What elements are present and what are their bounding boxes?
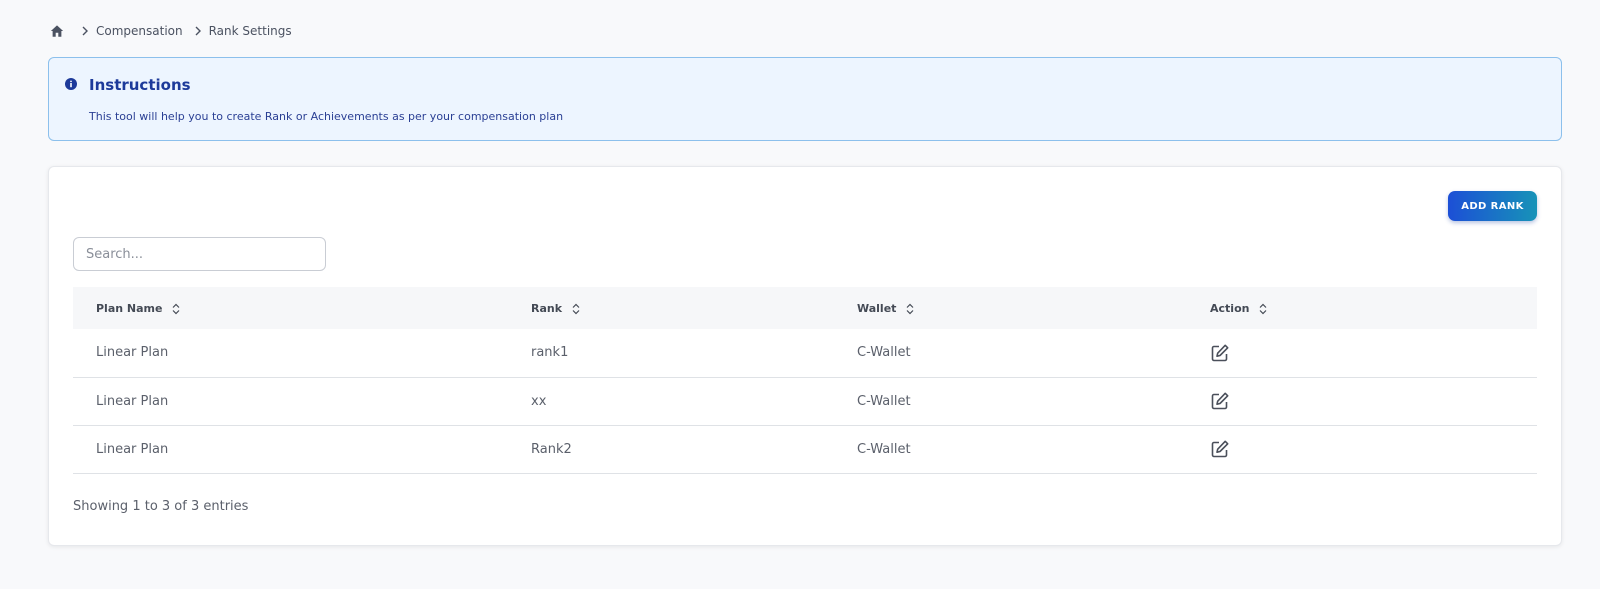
table-row: Linear Plan Rank2 C-Wallet — [73, 425, 1537, 473]
sort-icon[interactable] — [572, 303, 580, 315]
cell-plan-name: Linear Plan — [96, 345, 169, 361]
column-header-label: Wallet — [857, 301, 897, 315]
instructions-panel: Instructions This tool will help you to … — [48, 57, 1562, 141]
cell-wallet: C-Wallet — [857, 345, 911, 361]
cell-plan-name: Linear Plan — [96, 441, 169, 457]
cell-action — [1187, 377, 1537, 425]
breadcrumb-item-rank-settings: Rank Settings — [208, 24, 292, 38]
cell-rank: rank1 — [531, 345, 569, 361]
edit-icon[interactable] — [1210, 343, 1230, 363]
rank-list-card: ADD RANK Plan Name Rank Wallet Action — [48, 166, 1562, 546]
breadcrumb-item-compensation[interactable]: Compensation — [96, 24, 183, 38]
column-header-label: Plan Name — [96, 301, 163, 315]
sort-icon[interactable] — [906, 303, 914, 315]
breadcrumb: Compensation Rank Settings — [44, 18, 292, 44]
cell-action — [1187, 329, 1537, 377]
cell-wallet: C-Wallet — [857, 441, 911, 457]
chevron-right-icon — [80, 26, 90, 36]
cell-wallet: C-Wallet — [857, 393, 911, 409]
column-header-action[interactable]: Action — [1187, 287, 1537, 329]
column-header-label: Rank — [531, 301, 563, 315]
sort-icon[interactable] — [172, 303, 180, 315]
cell-rank: xx — [531, 393, 547, 409]
sort-icon[interactable] — [1259, 303, 1267, 315]
home-icon[interactable] — [44, 18, 70, 44]
table-header-row: Plan Name Rank Wallet Action — [73, 287, 1537, 329]
cell-rank: Rank2 — [531, 441, 572, 457]
edit-icon[interactable] — [1210, 439, 1230, 459]
info-icon — [65, 78, 77, 90]
instructions-title: Instructions — [89, 76, 191, 94]
search-input[interactable] — [73, 237, 326, 271]
column-header-wallet[interactable]: Wallet — [834, 287, 1187, 329]
edit-icon[interactable] — [1210, 391, 1230, 411]
rank-table: Plan Name Rank Wallet Action Linear Plan… — [73, 287, 1537, 474]
column-header-label: Action — [1210, 301, 1250, 315]
instructions-description: This tool will help you to create Rank o… — [89, 110, 564, 123]
cell-plan-name: Linear Plan — [96, 393, 169, 409]
table-row: Linear Plan xx C-Wallet — [73, 377, 1537, 425]
entries-info: Showing 1 to 3 of 3 entries — [73, 499, 249, 514]
cell-action — [1187, 425, 1537, 473]
add-rank-button[interactable]: ADD RANK — [1448, 191, 1537, 221]
table-row: Linear Plan rank1 C-Wallet — [73, 329, 1537, 377]
column-header-rank[interactable]: Rank — [508, 287, 834, 329]
chevron-right-icon — [193, 26, 203, 36]
column-header-plan-name[interactable]: Plan Name — [73, 287, 508, 329]
